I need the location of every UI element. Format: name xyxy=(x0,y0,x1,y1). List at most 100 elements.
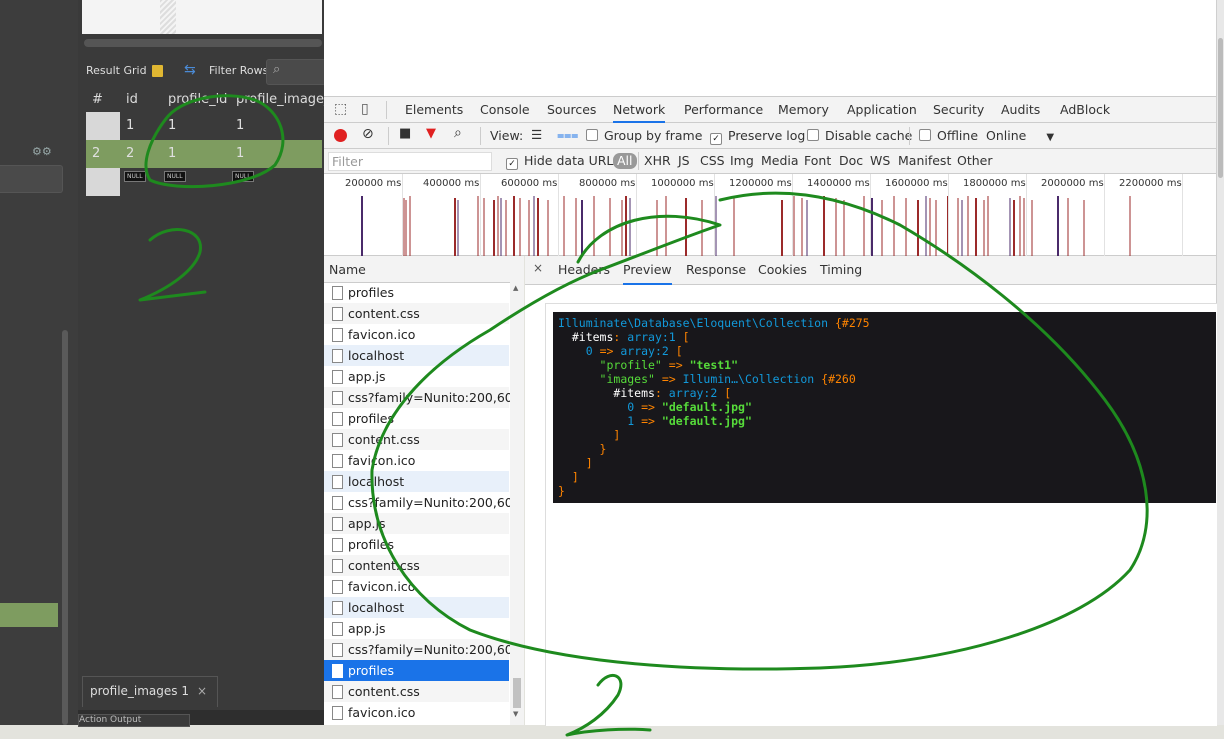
close-icon[interactable]: × xyxy=(197,684,207,698)
sidebar-field[interactable] xyxy=(0,165,63,193)
tab-timing[interactable]: Timing xyxy=(820,262,862,277)
filter-doc[interactable]: Doc xyxy=(839,153,863,168)
request-row[interactable]: css?family=Nunito:200,600 xyxy=(324,639,521,660)
request-row[interactable]: content.css xyxy=(324,681,509,702)
filter-media[interactable]: Media xyxy=(761,153,799,168)
sidebar-selected-row[interactable] xyxy=(0,603,58,627)
screenshot-icon[interactable]: ■ xyxy=(399,126,411,141)
filter-rows-input[interactable]: ⌕ xyxy=(266,59,326,85)
filter-css[interactable]: CSS xyxy=(700,153,725,168)
row-number[interactable] xyxy=(86,168,120,196)
group-by-frame-checkbox[interactable]: Group by frame xyxy=(586,128,702,143)
table-row[interactable]: NULL NULL NULL xyxy=(86,168,322,196)
request-row[interactable]: app.js xyxy=(324,513,509,534)
hide-data-urls-checkbox[interactable]: ✓ Hide data URLs xyxy=(506,153,620,170)
request-row[interactable]: profiles xyxy=(324,660,509,681)
null-badge[interactable]: NULL xyxy=(124,171,146,182)
column-header[interactable]: profile_image_ xyxy=(236,92,331,107)
tab-network[interactable]: Network xyxy=(613,102,666,123)
column-header[interactable]: id xyxy=(126,92,138,107)
column-header[interactable]: # xyxy=(92,92,103,107)
request-row[interactable]: localhost xyxy=(324,471,509,492)
filter-manifest[interactable]: Manifest xyxy=(898,153,951,168)
scroll-up-icon[interactable]: ▲ xyxy=(513,284,518,292)
grid-icon[interactable] xyxy=(152,65,163,77)
null-badge[interactable]: NULL xyxy=(164,171,186,182)
request-list-scrollbar[interactable]: ▲ ▼ xyxy=(510,282,524,725)
request-row[interactable]: app.js xyxy=(324,366,509,387)
cell-profile-image[interactable]: 1 xyxy=(236,146,244,161)
request-row[interactable]: profiles xyxy=(324,534,509,555)
filter-all-button[interactable]: All xyxy=(613,153,637,169)
scrollbar-thumb[interactable] xyxy=(513,678,521,708)
tab-cookies[interactable]: Cookies xyxy=(758,262,807,277)
offline-checkbox[interactable]: Offline xyxy=(919,128,978,143)
request-row[interactable]: favicon.ico xyxy=(324,450,509,471)
tab-memory[interactable]: Memory xyxy=(778,102,829,117)
request-row[interactable]: favicon.ico xyxy=(324,576,509,597)
null-badge[interactable]: NULL xyxy=(232,171,254,182)
preserve-log-checkbox[interactable]: ✓ Preserve log xyxy=(710,128,805,145)
tab-performance[interactable]: Performance xyxy=(684,102,763,117)
scrollbar-thumb[interactable] xyxy=(1218,38,1223,178)
record-icon[interactable] xyxy=(334,129,347,142)
tab-preview[interactable]: Preview xyxy=(623,262,672,285)
request-row[interactable]: css?family=Nunito:200,600 xyxy=(324,492,521,513)
throttling-select[interactable]: Online ▼ xyxy=(986,128,1054,143)
window-scrollbar[interactable] xyxy=(1216,0,1224,725)
waterfall-icon[interactable]: ⩶ xyxy=(557,127,578,143)
name-column-header[interactable]: Name xyxy=(324,256,524,283)
tab-response[interactable]: Response xyxy=(686,262,746,277)
tab-security[interactable]: Security xyxy=(933,102,984,117)
tab-elements[interactable]: Elements xyxy=(405,102,463,117)
request-row[interactable]: favicon.ico xyxy=(324,324,509,345)
request-row[interactable]: favicon.ico xyxy=(324,702,509,723)
table-row[interactable]: 1 1 1 xyxy=(86,112,322,140)
filter-ws[interactable]: WS xyxy=(870,153,890,168)
table-row[interactable]: 2 2 1 1 xyxy=(86,140,322,168)
filter-icon[interactable]: ▼ xyxy=(426,126,436,141)
request-row[interactable]: profiles xyxy=(324,408,509,429)
large-rows-icon[interactable]: ☰ xyxy=(531,127,542,142)
query-editor[interactable] xyxy=(82,0,322,34)
search-icon[interactable]: ⌕ xyxy=(454,125,462,141)
clear-icon[interactable]: ⊘ xyxy=(362,126,374,142)
request-row[interactable]: css?family=Nunito:200,600 xyxy=(324,387,521,408)
network-overview[interactable]: 200000 ms 400000 ms 600000 ms 800000 ms 1000… xyxy=(324,174,1216,256)
refresh-icon[interactable]: ⇆ xyxy=(184,62,196,78)
filter-img[interactable]: Img xyxy=(730,153,754,168)
horizontal-scrollbar[interactable] xyxy=(84,39,322,47)
tools-icon[interactable]: ⚙⚙ xyxy=(32,145,52,158)
request-row[interactable]: localhost xyxy=(324,345,509,366)
tab-headers[interactable]: Headers xyxy=(558,262,610,277)
cell-id[interactable]: 1 xyxy=(126,118,134,133)
tab-profile-images[interactable]: profile_images 1 × xyxy=(82,676,218,707)
request-row[interactable]: profiles xyxy=(324,282,509,303)
cell-profile-image[interactable]: 1 xyxy=(236,118,244,133)
disable-cache-checkbox[interactable]: Disable cache xyxy=(807,128,912,143)
tab-console[interactable]: Console xyxy=(480,102,530,117)
sidebar-scrollbar[interactable] xyxy=(62,330,68,725)
close-icon[interactable]: × xyxy=(533,261,543,275)
device-toolbar-icon[interactable]: ▯ xyxy=(361,101,369,117)
filter-js[interactable]: JS xyxy=(678,153,690,168)
inspect-icon[interactable]: ⬚ xyxy=(334,101,347,117)
tab-adblock[interactable]: AdBlock xyxy=(1060,102,1110,117)
tab-application[interactable]: Application xyxy=(847,102,917,117)
cell-profile-id[interactable]: 1 xyxy=(168,146,176,161)
request-row[interactable]: content.css xyxy=(324,555,509,576)
filter-xhr[interactable]: XHR xyxy=(644,153,671,168)
request-row[interactable]: app.js xyxy=(324,618,509,639)
filter-font[interactable]: Font xyxy=(804,153,831,168)
filter-other[interactable]: Other xyxy=(957,153,993,168)
filter-input[interactable]: Filter xyxy=(328,152,492,171)
cell-profile-id[interactable]: 1 xyxy=(168,118,176,133)
column-header[interactable]: profile_id xyxy=(168,92,227,107)
scroll-down-icon[interactable]: ▼ xyxy=(513,710,518,718)
row-number[interactable] xyxy=(86,112,120,140)
tab-audits[interactable]: Audits xyxy=(1001,102,1040,117)
request-row[interactable]: content.css xyxy=(324,303,509,324)
tab-sources[interactable]: Sources xyxy=(547,102,596,117)
request-row[interactable]: content.css xyxy=(324,429,509,450)
cell-id[interactable]: 2 xyxy=(126,146,134,161)
